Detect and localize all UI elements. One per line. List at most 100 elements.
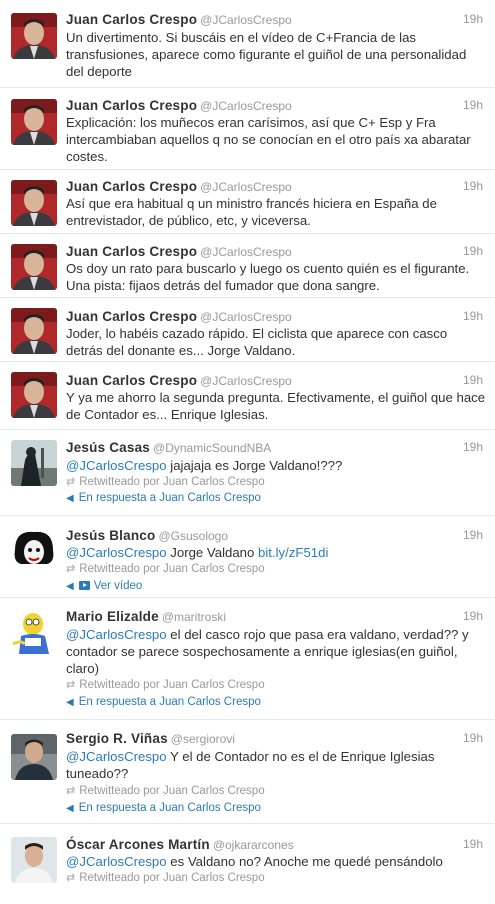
in-reply-to-label[interactable]: En respuesta a Juan Carlos Crespo (79, 492, 261, 504)
retweet-info: ⇄ Retwitteado por Juan Carlos Crespo (66, 784, 265, 797)
short-link[interactable]: bit.ly/zF51di (258, 545, 328, 560)
tweet-text: @JCarlosCrespo Y el de Contador no es el… (66, 748, 487, 782)
timestamp[interactable]: 19h (463, 373, 483, 387)
tweet-body: es Valdano no? Anoche me quedé pensándol… (166, 854, 443, 869)
author-name[interactable]: Jesús Blanco (66, 528, 155, 543)
tweet-item[interactable]: Juan Carlos Crespo @JCarlosCrespo 19h Jod… (0, 298, 495, 362)
avatar[interactable] (11, 372, 57, 418)
retweet-icon: ⇄ (66, 872, 76, 884)
timestamp[interactable]: 19h (463, 609, 483, 623)
author-handle[interactable]: @JCarlosCrespo (200, 180, 292, 194)
tweet-text: @JCarlosCrespo jajajaja es Jorge Valdano… (66, 457, 487, 474)
timestamp[interactable]: 19h (463, 309, 483, 323)
avatar[interactable] (11, 734, 57, 780)
tweet-header: Jesús Casas @DynamicSoundNBA 19h (66, 439, 483, 457)
avatar[interactable] (11, 244, 57, 290)
tweet-item[interactable]: Juan Carlos Crespo @JCarlosCrespo 19h Y y… (0, 362, 495, 430)
tweet-item[interactable]: Jesús Blanco @Gsusologo 19h @JCarlosCresp… (0, 516, 495, 598)
in-reply-to-link[interactable]: ◀ En respuesta a Juan Carlos Crespo (66, 492, 261, 504)
tweet-text: @JCarlosCrespo es Valdano no? Anoche me … (66, 853, 487, 870)
retweet-info: ⇄ Retwitteado por Juan Carlos Crespo (66, 475, 265, 488)
tweet-text: Joder, lo habéis cazado rápido. El cicli… (66, 326, 448, 358)
author-name[interactable]: Mario Elizalde (66, 609, 159, 624)
tweet-text: Así que era habitual q un ministro franc… (66, 196, 437, 228)
retweet-icon: ⇄ (66, 679, 76, 691)
timestamp[interactable]: 19h (463, 98, 483, 112)
author-name[interactable]: Juan Carlos Crespo (66, 244, 197, 259)
reply-icon: ◀ (66, 803, 74, 814)
retweet-label[interactable]: Retwitteado por Juan Carlos Crespo (79, 476, 264, 488)
tweet-item[interactable]: Juan Carlos Crespo @JCarlosCrespo 19h Así… (0, 170, 495, 234)
author-handle[interactable]: @Gsusologo (158, 529, 228, 543)
avatar[interactable] (11, 99, 57, 145)
mention-link[interactable]: @JCarlosCrespo (66, 458, 167, 473)
author-handle[interactable]: @ojkararcones (213, 838, 294, 852)
author-handle[interactable]: @JCarlosCrespo (200, 310, 292, 324)
tweet-timeline: Juan Carlos Crespo @JCarlosCrespo 19h Un … (0, 0, 495, 884)
mention-link[interactable]: @JCarlosCrespo (66, 749, 167, 764)
retweet-label[interactable]: Retwitteado por Juan Carlos Crespo (79, 872, 264, 884)
tweet-item[interactable]: Sergio R. Viñas @sergiorovi 19h @JCarlosC… (0, 720, 495, 824)
view-video-label[interactable]: Ver vídeo (94, 580, 143, 592)
timestamp[interactable]: 19h (463, 179, 483, 193)
author-name[interactable]: Juan Carlos Crespo (66, 179, 197, 194)
video-icon (78, 581, 90, 590)
reply-icon: ◀ (66, 493, 74, 504)
author-name[interactable]: Juan Carlos Crespo (66, 309, 197, 324)
avatar[interactable] (11, 440, 57, 486)
timestamp[interactable]: 19h (463, 837, 483, 851)
author-handle[interactable]: @JCarlosCrespo (200, 13, 292, 27)
timestamp[interactable]: 19h (463, 244, 483, 258)
timestamp[interactable]: 19h (463, 528, 483, 542)
retweet-label[interactable]: Retwitteado por Juan Carlos Crespo (79, 679, 264, 691)
mention-link[interactable]: @JCarlosCrespo (66, 627, 167, 642)
author-name[interactable]: Óscar Arcones Martín (66, 837, 210, 852)
tweet-header: Juan Carlos Crespo @JCarlosCrespo 19h (66, 372, 483, 390)
avatar[interactable] (11, 180, 57, 226)
author-name[interactable]: Juan Carlos Crespo (66, 12, 197, 27)
avatar[interactable] (11, 308, 57, 354)
author-name[interactable]: Jesús Casas (66, 440, 150, 455)
author-handle[interactable]: @JCarlosCrespo (200, 245, 292, 259)
mention-link[interactable]: @JCarlosCrespo (66, 545, 167, 560)
in-reply-to-link[interactable]: ◀ En respuesta a Juan Carlos Crespo (66, 802, 261, 814)
avatar[interactable] (11, 13, 57, 59)
tweet-item[interactable]: Jesús Casas @DynamicSoundNBA 19h @JCarlos… (0, 430, 495, 516)
timestamp[interactable]: 19h (463, 12, 483, 26)
tweet-item[interactable]: Mario Elizalde @maritroski 19h @JCarlosCr… (0, 598, 495, 720)
timestamp[interactable]: 19h (463, 731, 483, 745)
author-handle[interactable]: @DynamicSoundNBA (153, 441, 271, 455)
avatar[interactable] (11, 608, 57, 654)
author-handle[interactable]: @maritroski (162, 610, 226, 624)
avatar[interactable] (11, 837, 57, 883)
author-handle[interactable]: @JCarlosCrespo (200, 374, 292, 388)
author-name[interactable]: Juan Carlos Crespo (66, 373, 197, 388)
timestamp[interactable]: 19h (463, 440, 483, 454)
avatar[interactable] (11, 528, 57, 574)
tweet-item[interactable]: Juan Carlos Crespo @JCarlosCrespo 19h Exp… (0, 88, 495, 170)
in-reply-to-label[interactable]: En respuesta a Juan Carlos Crespo (79, 802, 261, 814)
tweet-text: @JCarlosCrespo el del casco rojo que pas… (66, 626, 487, 677)
author-name[interactable]: Sergio R. Viñas (66, 731, 168, 746)
tweet-body: Jorge Valdano (166, 545, 259, 560)
tweet-header: Juan Carlos Crespo @JCarlosCrespo 19h (66, 97, 483, 115)
author-handle[interactable]: @sergiorovi (171, 732, 235, 746)
tweet-header: Juan Carlos Crespo @JCarlosCrespo 19h (66, 243, 483, 261)
tweet-item[interactable]: Óscar Arcones Martín @ojkararcones 19h @J… (0, 824, 495, 904)
retweet-info: ⇄ Retwitteado por Juan Carlos Crespo (66, 562, 265, 575)
retweet-label[interactable]: Retwitteado por Juan Carlos Crespo (79, 563, 264, 575)
tweet-item[interactable]: Juan Carlos Crespo @JCarlosCrespo 19h Un … (0, 0, 495, 88)
mention-link[interactable]: @JCarlosCrespo (66, 854, 167, 869)
view-video-link[interactable]: ◀ Ver vídeo (66, 580, 142, 592)
tweet-header: Sergio R. Viñas @sergiorovi 19h (66, 730, 483, 748)
in-reply-to-link[interactable]: ◀ En respuesta a Juan Carlos Crespo (66, 696, 261, 708)
tweet-item[interactable]: Juan Carlos Crespo @JCarlosCrespo 19h Os … (0, 234, 495, 298)
tweet-header: Mario Elizalde @maritroski 19h (66, 608, 483, 626)
tweet-header: Óscar Arcones Martín @ojkararcones 19h (66, 836, 483, 854)
author-handle[interactable]: @JCarlosCrespo (200, 99, 292, 113)
retweet-info: ⇄ Retwitteado por Juan Carlos Crespo (66, 678, 265, 691)
author-name[interactable]: Juan Carlos Crespo (66, 98, 197, 113)
retweet-label[interactable]: Retwitteado por Juan Carlos Crespo (79, 785, 264, 797)
in-reply-to-label[interactable]: En respuesta a Juan Carlos Crespo (79, 696, 261, 708)
tweet-header: Juan Carlos Crespo @JCarlosCrespo 19h (66, 178, 483, 196)
